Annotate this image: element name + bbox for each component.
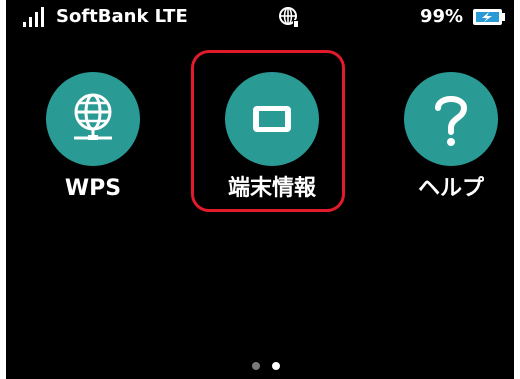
question-mark-icon — [435, 96, 468, 146]
device-info-icon — [253, 106, 291, 132]
wps-label: WPS — [64, 176, 122, 201]
menu-item-device-info[interactable]: 端末情報 — [202, 72, 342, 212]
carrier-name: SoftBank LTE — [56, 6, 188, 27]
page-dot-1[interactable] — [252, 362, 260, 370]
wps-button[interactable] — [46, 72, 140, 166]
status-bar: SoftBank LTE 99% — [6, 0, 514, 34]
device-screen: SoftBank LTE 99% WPS 端末情報 ヘルプ — [6, 0, 514, 379]
device-info-button[interactable] — [225, 72, 319, 166]
battery-percent: 99% — [420, 6, 464, 27]
menu-item-wps[interactable]: WPS — [23, 72, 163, 212]
globe-network-icon — [74, 93, 112, 140]
help-label: ヘルプ — [417, 176, 484, 201]
device-info-label: 端末情報 — [227, 176, 316, 201]
help-button[interactable] — [404, 72, 498, 166]
globe-status-icon — [279, 7, 299, 27]
page-indicator — [6, 360, 514, 372]
battery-charging-icon — [473, 9, 505, 25]
screenshot-frame: SoftBank LTE 99% WPS 端末情報 ヘルプ — [0, 0, 520, 379]
menu-item-help[interactable]: ヘルプ — [381, 72, 514, 212]
signal-strength-icon — [23, 7, 44, 27]
page-dot-2-active[interactable] — [272, 362, 280, 370]
